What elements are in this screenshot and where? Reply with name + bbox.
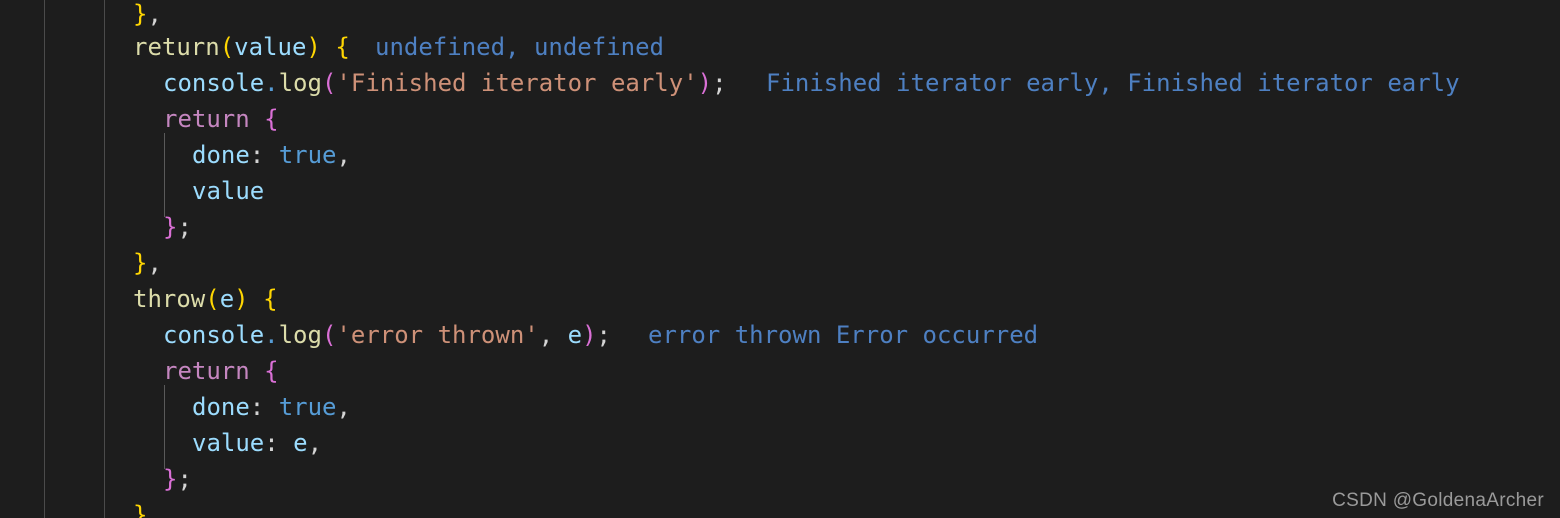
csdn-watermark: CSDN @GoldenaArcher [1332,490,1544,511]
code-line-text: return { [163,353,279,389]
code-line[interactable]: return { [0,353,1560,389]
code-token: ) [234,285,249,313]
code-token: value [234,33,307,61]
code-line-text: console.log('error thrown', e); [163,317,611,353]
code-token: , [147,0,162,28]
code-token: , [307,429,323,457]
code-token: done [192,141,250,169]
code-line-text: value [192,173,264,209]
code-token: 'Finished iterator early' [336,69,698,97]
code-token: } [133,501,148,518]
code-line[interactable]: done: true, [0,389,1560,425]
code-token: true [278,393,337,421]
code-token: , [538,321,568,349]
code-token: throw [133,285,206,313]
code-token: true [278,141,337,169]
code-token: . [264,69,279,97]
code-token: : [249,141,279,169]
code-token: console [163,321,265,349]
code-token: ) [306,33,321,61]
code-line[interactable]: value: e, [0,425,1560,461]
code-line-text: value: e, [192,425,322,461]
code-line[interactable]: done: true, [0,137,1560,173]
code-line-text: } [133,497,147,518]
code-token: } [163,465,178,493]
code-token: ; [596,321,611,349]
code-token: e [293,429,308,457]
code-line[interactable]: }, [0,0,1560,32]
code-token: ; [177,213,192,241]
code-line-text: console.log('Finished iterator early'); [163,65,727,101]
code-line-text: }, [133,0,162,32]
code-line-text: }, [133,245,162,281]
code-line-text: }; [163,461,192,497]
code-line[interactable]: }; [0,461,1560,497]
code-token: : [264,429,294,457]
code-token: e [219,285,235,313]
code-line[interactable]: }, [0,245,1560,281]
code-token: done [192,393,250,421]
code-token: 'error thrown' [336,321,539,349]
code-token: { [263,285,278,313]
code-token: ( [321,321,337,349]
code-token: , [336,393,351,421]
code-line[interactable]: return(value) { undefined, undefined [0,29,1560,65]
code-line-text: done: true, [192,389,351,425]
code-token: { [264,105,279,133]
code-line-text: return { [163,101,279,137]
editor-screenshot: }, return(value) {undefined, undefined con… [0,0,1560,518]
code-token: ; [177,465,192,493]
inline-value-hint: Finished iterator early, Finished iterat… [766,69,1460,97]
code-line[interactable]: console.log('error thrown', e); error thr… [0,317,1560,353]
code-line[interactable]: } [0,497,1560,518]
code-line-text: return(value) { [133,29,350,65]
code-token: return [163,357,250,385]
code-line[interactable]: throw(e) { [0,281,1560,317]
code-token: ( [321,69,337,97]
code-token: , [147,249,162,277]
code-token: ; [712,69,727,97]
code-token: } [133,249,148,277]
code-token: { [335,33,350,61]
code-token: : [249,393,279,421]
code-token: } [133,0,148,28]
code-token: value [192,429,265,457]
code-token: return [163,105,250,133]
code-token: ) [697,69,713,97]
code-token: ) [582,321,597,349]
code-token: log [278,69,322,97]
code-line[interactable]: }; [0,209,1560,245]
code-token: ( [205,285,220,313]
inline-value-hint: undefined, undefined [375,33,664,61]
code-editor-surface[interactable]: }, return(value) {undefined, undefined con… [0,0,1560,518]
code-line-text: done: true, [192,137,351,173]
code-line[interactable]: value [0,173,1560,209]
inline-value-hint: error thrown Error occurred [648,321,1039,349]
code-token: return [133,33,220,61]
code-token: e [567,321,583,349]
code-line[interactable]: console.log('Finished iterator early'); F… [0,65,1560,101]
code-token: ( [219,33,235,61]
code-token: console [163,69,265,97]
code-token: value [192,177,265,205]
code-line-text: throw(e) { [133,281,278,317]
code-token: } [163,213,178,241]
code-token: { [264,357,279,385]
code-line-text: }; [163,209,192,245]
code-token: . [264,321,279,349]
code-line[interactable]: return { [0,101,1560,137]
code-token: log [278,321,322,349]
code-token: , [336,141,351,169]
